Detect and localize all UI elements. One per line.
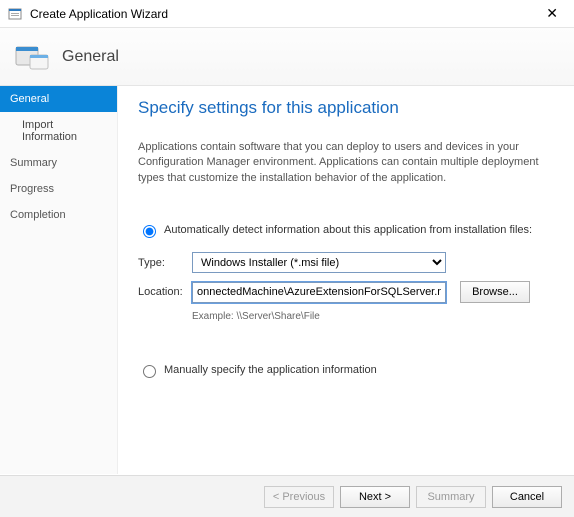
window-title: Create Application Wizard [30,7,538,21]
type-select[interactable]: Windows Installer (*.msi file) [192,252,446,273]
page-heading: Specify settings for this application [138,98,554,118]
wizard-steps: General Import Information Summary Progr… [0,86,118,474]
app-icon [8,6,24,22]
titlebar: Create Application Wizard ✕ [0,0,574,28]
banner: General [0,28,574,86]
step-completion[interactable]: Completion [0,202,117,228]
step-progress[interactable]: Progress [0,176,117,202]
page-description: Applications contain software that you c… [138,140,554,186]
option-auto-label: Automatically detect information about t… [164,224,532,236]
next-button[interactable]: Next > [340,486,410,508]
step-summary[interactable]: Summary [0,150,117,176]
radio-auto-detect[interactable] [143,225,156,238]
location-row: Location: Browse... [138,281,554,303]
type-label: Type: [138,257,192,269]
footer: < Previous Next > Summary Cancel [0,475,574,517]
option-manual-label: Manually specify the application informa… [164,364,377,376]
radio-manual[interactable] [143,365,156,378]
main-panel: Specify settings for this application Ap… [118,86,574,474]
step-general[interactable]: General [0,86,117,112]
wizard-icon [14,41,50,73]
banner-title: General [62,48,119,66]
location-input[interactable] [192,282,446,303]
browse-button[interactable]: Browse... [460,281,530,303]
step-import-information[interactable]: Import Information [0,112,117,150]
close-icon[interactable]: ✕ [538,3,566,24]
option-manual[interactable]: Manually specify the application informa… [138,362,554,378]
previous-button: < Previous [264,486,334,508]
cancel-button[interactable]: Cancel [492,486,562,508]
location-example: Example: \\Server\Share\File [192,311,554,322]
summary-button: Summary [416,486,486,508]
type-row: Type: Windows Installer (*.msi file) [138,252,554,273]
location-label: Location: [138,286,192,298]
option-auto-detect[interactable]: Automatically detect information about t… [138,222,554,238]
